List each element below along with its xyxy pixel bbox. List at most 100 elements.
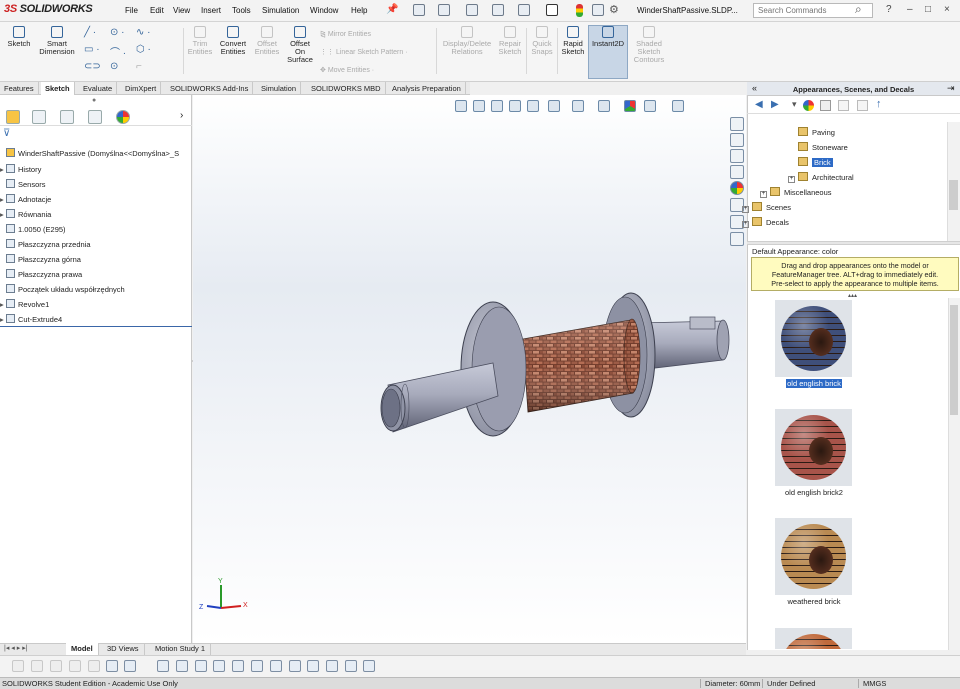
menu-file[interactable]: File bbox=[125, 6, 138, 15]
tree-item[interactable]: Sensors bbox=[0, 179, 46, 189]
close-button[interactable]: × bbox=[944, 4, 950, 15]
tree-item[interactable]: Płaszczyzna górna bbox=[0, 254, 81, 264]
sketch-tool-icon[interactable] bbox=[12, 660, 24, 672]
tab-addins[interactable]: SOLIDWORKS Add-Ins bbox=[166, 82, 254, 95]
tree-item[interactable]: Płaszczyzna prawa bbox=[0, 269, 82, 279]
offset-on-surface-button[interactable]: Offset On Surface bbox=[285, 26, 315, 64]
status-units[interactable]: MMGS bbox=[858, 679, 886, 688]
smart-dimension-button[interactable]: Smart Dimension bbox=[36, 26, 78, 56]
shaded-sketch-contours-button[interactable]: Shaded Sketch Contours bbox=[630, 26, 668, 64]
open-icon[interactable] bbox=[438, 4, 450, 16]
minimize-button[interactable]: – bbox=[907, 4, 913, 15]
save-file-icon[interactable] bbox=[857, 100, 868, 111]
menu-tools[interactable]: Tools bbox=[232, 6, 251, 15]
tree-scroll-thumb[interactable] bbox=[949, 180, 958, 210]
view-tool-icon[interactable] bbox=[232, 660, 244, 672]
back-icon[interactable]: ◀ bbox=[755, 99, 763, 110]
configuration-manager-tab-icon[interactable] bbox=[60, 110, 74, 124]
tab-mbd[interactable]: SOLIDWORKS MBD bbox=[307, 82, 386, 95]
appearance-tree-item[interactable]: Brick bbox=[798, 157, 833, 167]
tree-root[interactable]: WinderShaftPassive (Domyślna<<Domyślna>_… bbox=[0, 148, 179, 158]
property-manager-tab-icon[interactable] bbox=[32, 110, 46, 124]
save-icon[interactable] bbox=[466, 4, 478, 16]
chevron-right-icon[interactable]: › bbox=[180, 110, 183, 121]
appearance-tree-item[interactable]: + Miscellaneous bbox=[760, 187, 832, 198]
expand-icon[interactable]: + bbox=[788, 176, 795, 183]
quick-snaps-button[interactable]: Quick Snaps bbox=[529, 26, 555, 56]
view-tool-icon[interactable] bbox=[345, 660, 357, 672]
pin-pane-icon[interactable]: ⇥ bbox=[947, 83, 955, 94]
mirror-entities-button[interactable]: ⧎ Mirror Entities bbox=[320, 30, 371, 38]
section-view-icon[interactable] bbox=[509, 100, 521, 112]
polygon-icon[interactable]: ⬡ · bbox=[136, 44, 151, 55]
resources-icon[interactable] bbox=[730, 133, 744, 147]
previous-view-icon[interactable] bbox=[491, 100, 503, 112]
file-properties-icon[interactable] bbox=[592, 4, 604, 16]
maximize-button[interactable]: □ bbox=[925, 4, 931, 15]
sketch-button[interactable]: Sketch bbox=[5, 26, 33, 48]
view-tool-icon[interactable] bbox=[213, 660, 225, 672]
sketch-tool-icon[interactable] bbox=[69, 660, 81, 672]
tree-item[interactable]: ▸ Cut-Extrude4 bbox=[0, 314, 62, 324]
trim-entities-button[interactable]: Trim Entities bbox=[186, 26, 214, 56]
display-manager-tab-icon[interactable] bbox=[116, 110, 130, 124]
tab-features[interactable]: Features bbox=[0, 82, 39, 95]
smart-dimension-icon[interactable] bbox=[106, 660, 118, 672]
tree-item[interactable]: ▸ Adnotacje bbox=[0, 194, 51, 204]
fillet-icon[interactable]: ⌐ bbox=[136, 61, 142, 72]
feature-manager-tab-icon[interactable] bbox=[6, 110, 20, 124]
edit-appearance-icon[interactable] bbox=[624, 100, 636, 112]
tab-simulation[interactable]: Simulation bbox=[257, 82, 302, 95]
splitter-dots[interactable]: ▴▴▴ bbox=[848, 292, 857, 299]
dynamic-annotation-icon[interactable] bbox=[527, 100, 539, 112]
sketch-tool-icon[interactable] bbox=[31, 660, 43, 672]
point-icon[interactable]: ⊙ bbox=[110, 61, 118, 72]
tree-item[interactable]: ▸ Równania bbox=[0, 209, 51, 219]
undo-icon[interactable] bbox=[518, 4, 530, 16]
panel-collapse-handle[interactable]: ● bbox=[92, 97, 96, 104]
slot-icon[interactable]: ⊂⊃ bbox=[84, 61, 101, 72]
display-style-icon[interactable] bbox=[572, 100, 584, 112]
view-tool-icon[interactable] bbox=[195, 660, 207, 672]
view-tool-icon[interactable] bbox=[289, 660, 301, 672]
display-delete-relations-button[interactable]: Display/Delete Relations bbox=[440, 26, 494, 56]
tab-3d-views[interactable]: 3D Views bbox=[102, 643, 145, 655]
filter-icon[interactable]: ⊽ bbox=[3, 128, 10, 139]
tab-dimxpert[interactable]: DimXpert bbox=[121, 82, 162, 95]
linear-pattern-button[interactable]: ⋮⋮ Linear Sketch Pattern · bbox=[320, 48, 408, 56]
tree-item[interactable]: Początek układu współrzędnych bbox=[0, 284, 125, 294]
tab-analysis-preparation[interactable]: Analysis Preparation bbox=[388, 82, 466, 95]
tree-item[interactable]: 1.0050 (E295) bbox=[0, 224, 66, 234]
instant2d-button[interactable]: Instant2D bbox=[588, 26, 628, 48]
rebuild-icon[interactable] bbox=[576, 4, 583, 17]
spline-icon[interactable]: ∿ · bbox=[136, 27, 151, 38]
tree-item[interactable]: ▸ Revolve1 bbox=[0, 299, 49, 309]
circle-icon[interactable]: ⊙ · bbox=[110, 27, 125, 38]
view-tool-icon[interactable] bbox=[251, 660, 263, 672]
menu-view[interactable]: View bbox=[173, 6, 190, 15]
appearance-tree-item[interactable]: + Scenes bbox=[742, 202, 791, 213]
repair-sketch-button[interactable]: Repair Sketch bbox=[496, 26, 524, 56]
help-button[interactable]: ? bbox=[886, 4, 892, 15]
home-icon[interactable] bbox=[730, 117, 744, 131]
view-tool-icon[interactable] bbox=[363, 660, 375, 672]
menu-insert[interactable]: Insert bbox=[201, 6, 221, 15]
up-arrow-icon[interactable]: ↑ bbox=[876, 98, 882, 110]
sketch-tool-icon[interactable] bbox=[88, 660, 100, 672]
pane-splitter[interactable] bbox=[747, 241, 960, 245]
swatch-scroll-thumb[interactable] bbox=[950, 305, 958, 415]
appearance-swatch[interactable] bbox=[775, 300, 852, 377]
menu-window[interactable]: Window bbox=[310, 6, 338, 15]
dimxpert-manager-tab-icon[interactable] bbox=[88, 110, 102, 124]
rapid-sketch-button[interactable]: Rapid Sketch bbox=[559, 26, 587, 56]
sketch-tool-icon[interactable] bbox=[50, 660, 62, 672]
appearance-tree-item[interactable]: Paving bbox=[798, 127, 835, 137]
view-palette-icon[interactable] bbox=[730, 232, 744, 246]
design-library-icon[interactable] bbox=[730, 149, 744, 163]
move-entities-button[interactable]: ✥ Move Entities · bbox=[320, 66, 374, 74]
view-tool-icon[interactable] bbox=[307, 660, 319, 672]
3d-sketch-icon[interactable] bbox=[157, 660, 169, 672]
appearance-tree-item[interactable]: + Architectural bbox=[788, 172, 854, 183]
convert-entities-button[interactable]: Convert Entities bbox=[216, 26, 250, 56]
line-icon[interactable]: ╱ · bbox=[84, 27, 96, 38]
